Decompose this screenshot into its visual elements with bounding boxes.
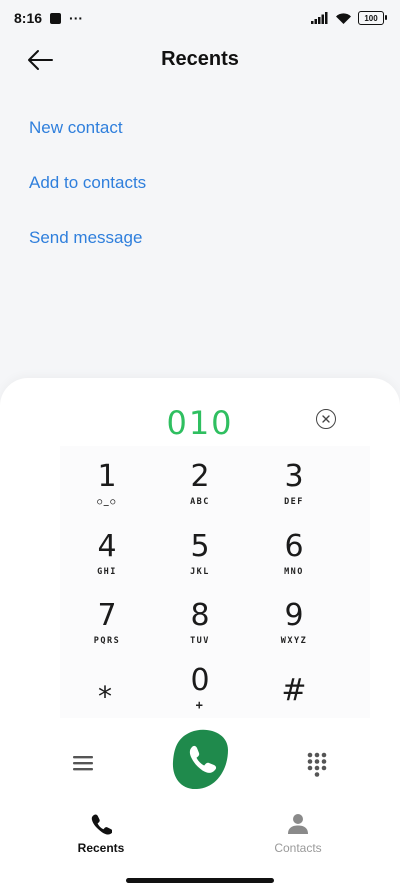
key-letters: ABC — [190, 497, 210, 507]
call-button[interactable] — [171, 728, 229, 790]
key-7[interactable]: 7 PQRS — [62, 585, 152, 651]
close-icon — [322, 415, 330, 423]
bottom-tab-bar: Recents Contacts — [0, 813, 400, 863]
key-letters: + — [195, 698, 205, 712]
key-letters: DEF — [284, 497, 304, 507]
new-contact-link[interactable]: New contact — [29, 117, 146, 139]
action-list: New contact Add to contacts Send message — [29, 117, 146, 282]
key-digit: 5 — [190, 529, 210, 564]
person-icon — [288, 814, 308, 834]
tab-contacts[interactable]: Contacts — [238, 813, 358, 863]
voicemail-icon: ○_○ — [97, 497, 117, 507]
key-hash[interactable]: # — [249, 656, 339, 722]
key-digit: # — [281, 673, 307, 708]
phone-icon — [172, 729, 228, 790]
phone-handset-icon — [91, 814, 112, 835]
status-left: 8:16 ··· — [14, 10, 83, 26]
key-digit: 8 — [190, 598, 210, 633]
key-digit: 7 — [97, 598, 117, 633]
key-8[interactable]: 8 TUV — [155, 585, 245, 651]
key-digit: 4 — [97, 529, 117, 564]
tab-label: Recents — [77, 841, 125, 855]
keypad: 1 ○_○ 2 ABC 3 DEF 4 GHI 5 JKL 6 MNO 7 PQ… — [60, 446, 370, 718]
send-message-link[interactable]: Send message — [29, 227, 146, 249]
key-digit: 6 — [284, 529, 304, 564]
dialpad-panel: 010 1 ○_○ 2 ABC 3 DEF 4 GHI 5 JKL 6 MNO — [0, 378, 400, 889]
page-title: Recents — [161, 48, 239, 70]
key-letters: TUV — [190, 636, 210, 646]
key-star[interactable]: * — [60, 656, 150, 722]
key-4[interactable]: 4 GHI — [62, 516, 152, 582]
battery-icon: 100 — [358, 11, 387, 25]
header: Recents — [0, 38, 400, 82]
status-bar: 8:16 ··· 100 — [0, 0, 400, 36]
key-1[interactable]: 1 ○_○ — [62, 446, 152, 512]
key-letters: WXYZ — [280, 636, 308, 646]
battery-level: 100 — [364, 13, 378, 23]
key-6[interactable]: 6 MNO — [249, 516, 339, 582]
hamburger-menu-icon — [73, 756, 93, 771]
home-indicator[interactable] — [126, 878, 274, 883]
dialed-number: 010 — [166, 404, 234, 442]
signal-icon — [311, 12, 328, 24]
key-letters: JKL — [190, 567, 210, 577]
key-2[interactable]: 2 ABC — [155, 446, 245, 512]
key-0[interactable]: 0 + — [155, 656, 245, 722]
status-right: 100 — [311, 11, 387, 25]
key-letters: MNO — [284, 567, 304, 577]
notification-square-icon — [50, 12, 62, 24]
key-digit: 0 — [190, 663, 210, 698]
more-notifications-icon: ··· — [69, 10, 84, 26]
key-3[interactable]: 3 DEF — [249, 446, 339, 512]
key-digit: * — [98, 680, 112, 713]
tab-recents[interactable]: Recents — [41, 813, 161, 863]
clear-button[interactable] — [316, 409, 336, 429]
key-digit: 2 — [190, 459, 210, 494]
add-to-contacts-link[interactable]: Add to contacts — [29, 172, 146, 194]
menu-button[interactable] — [72, 754, 94, 772]
tab-label: Contacts — [274, 841, 322, 855]
wifi-icon — [336, 12, 351, 24]
key-9[interactable]: 9 WXYZ — [249, 585, 339, 651]
key-5[interactable]: 5 JKL — [155, 516, 245, 582]
key-digit: 3 — [284, 459, 304, 494]
dialpad-grid-icon — [307, 752, 327, 777]
key-digit: 9 — [284, 598, 304, 633]
dialer-actions — [0, 728, 400, 798]
key-letters: GHI — [97, 567, 117, 577]
key-digit: 1 — [97, 459, 117, 494]
key-letters: PQRS — [93, 636, 121, 646]
status-time: 8:16 — [14, 10, 43, 26]
keypad-toggle-button[interactable] — [306, 752, 328, 778]
